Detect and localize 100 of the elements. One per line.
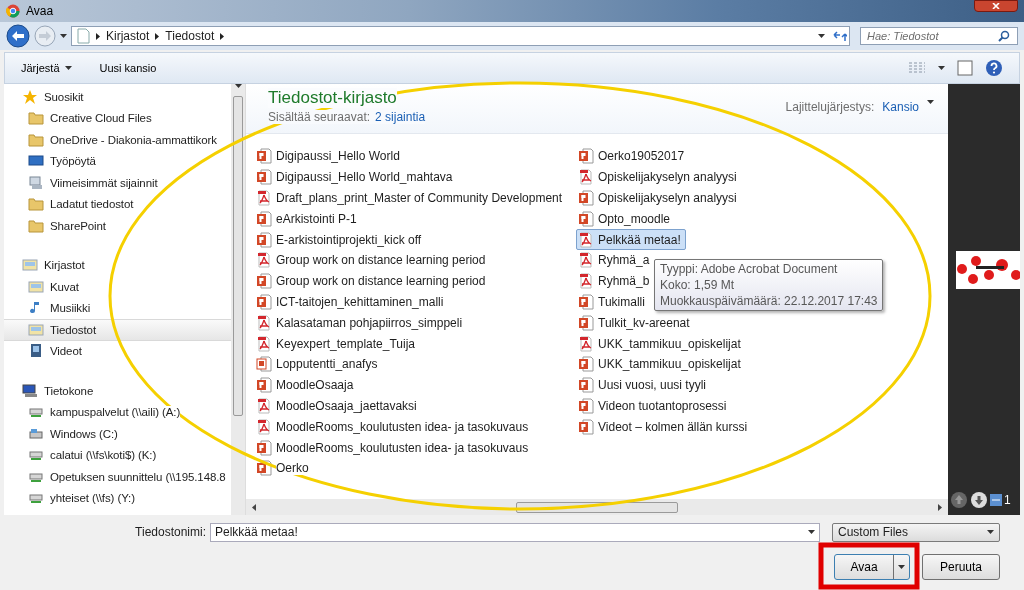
file-name: MoodleRooms_koulutusten idea- ja tasokuvaus [276,440,529,455]
file-item[interactable]: MoodleRooms_koulutusten idea- ja tasokuvaus [254,416,534,438]
file-item[interactable]: Keyexpert_template_Tuija [254,333,420,354]
back-button[interactable] [6,24,30,48]
close-button[interactable] [974,0,1018,12]
sidebar-item[interactable]: Kuvat [4,276,231,298]
file-item[interactable]: Digipaussi_Hello World [254,146,405,167]
breadcrumb[interactable]: Tiedostot [165,29,215,43]
sidebar-item[interactable]: Työpöytä [4,150,231,172]
folder-icon [28,217,44,234]
file-name: Draft_plans_print_Master of Community Development [276,191,563,205]
address-bar[interactable]: Kirjastot Tiedostot [71,26,850,46]
file-item[interactable]: Lopputentti_anafys [254,353,383,375]
file-item[interactable]: Digipaussi_Hello World_mahtava [254,166,458,188]
presentation-file-icon [256,273,272,290]
file-item[interactable]: eArkistointi P-1 [254,208,362,230]
item-label: Kuvat [50,280,79,293]
tooltip-line: Koko: 1,59 Mt [660,278,736,292]
sidebar-item[interactable]: OneDrive - Diakonia-ammattikork [4,129,231,151]
file-item[interactable]: Opiskelijakyselyn analyysi [576,166,742,188]
file-item[interactable]: Opto_moodle [576,208,676,230]
sidebar-item[interactable]: yhteiset (\\fs) (Y:) [4,487,231,509]
item-label: Tiedostot [50,323,96,336]
sidebar-group[interactable]: Suosikit [4,86,231,108]
presentation-file-icon [256,460,272,477]
sidebar-item[interactable]: Videot [4,340,231,362]
file-item[interactable]: Videon tuotantoprosessi [576,395,732,417]
sidebar-item[interactable]: Windows (C:) [4,423,231,445]
file-name: Videon tuotantoprosessi [598,398,727,413]
chevron-icon [220,32,225,40]
library-title: Tiedostot-kirjasto [268,88,397,108]
sidebar-item[interactable]: Musiikki [4,297,231,319]
file-item[interactable]: Pelkkää metaa! [576,229,686,250]
breadcrumb[interactable]: Kirjastot [106,29,150,43]
sidebar-item[interactable]: Ladatut tiedostot [4,193,231,215]
file-type-dropdown[interactable]: Custom Files [832,522,1000,542]
file-item[interactable]: Group work on distance learning period [254,270,491,292]
item-label: Creative Cloud Files [50,112,152,125]
pdf-file-icon [256,314,272,331]
caret-icon [987,530,994,534]
file-item[interactable]: Uusi vuosi, uusi tyyli [576,374,712,396]
file-item[interactable]: ICT-taitojen_kehittaminen_malli [254,291,449,313]
scrollbar[interactable] [231,84,245,515]
file-item[interactable]: MoodleOsaaja_jaettavaksi [254,395,422,417]
file-item[interactable]: Ryhmä_a [576,250,655,271]
presentation-file-icon [578,190,594,206]
sidebar-item[interactable]: Opetuksen suunnittelu (\\195.148.8 [4,466,231,488]
file-name: Uusi vuosi, uusi tyyli [598,378,707,393]
file-item[interactable]: Ryhmä_b [576,270,655,292]
refresh-icon[interactable] [833,30,847,42]
locations-link[interactable]: 2 sijaintia [375,110,426,124]
new-folder-button[interactable]: Uusi kansio [99,62,157,74]
item-label: Työpöytä [50,155,96,168]
file-name: UKK_tammikuu_opiskelijat [598,336,741,351]
item-label: Viimeisimmät sijainnit [50,176,158,189]
search-field[interactable]: Hae: Tiedostot [860,27,1018,45]
chevron-icon [155,32,160,40]
file-item[interactable]: Tukimalli [576,291,650,313]
open-button[interactable]: Avaa [834,554,910,580]
folder-icon [28,196,44,213]
file-item[interactable]: E-arkistointiprojekti_kick off [254,229,427,250]
file-item[interactable]: UKK_tammikuu_opiskelijat [576,353,746,375]
address-caret-icon [818,34,825,38]
file-item[interactable]: Tulkit_kv-areenat [576,312,695,334]
file-name: MoodleRooms_koulutusten idea- ja tasokuvaus [276,419,529,434]
sidebar-item[interactable]: Creative Cloud Files [4,107,231,129]
file-item[interactable]: Kalasataman pohjapiirros_simppeli [254,312,468,334]
file-item[interactable]: Videot – kolmen ällän kurssi [576,416,753,438]
film-icon [28,343,44,360]
filename-field[interactable]: Pelkkää metaa! [210,522,820,542]
group-label: Suosikit [44,90,84,103]
sort-label: Lajittelujärjestys: [785,100,875,116]
file-item[interactable]: UKK_tammikuu_opiskelijat [576,333,746,354]
file-item[interactable]: MoodleRooms_koulutusten idea- ja tasokuvaus [254,437,534,458]
sidebar-item[interactable]: SharePoint [4,215,231,237]
file-name: Digipaussi_Hello World [276,149,400,164]
sidebar-item[interactable]: kampuspalvelut (\\aili) (A:) [4,401,231,423]
item-label: yhteiset (\\fs) (Y:) [50,492,135,505]
cancel-button[interactable]: Peruuta [922,554,1000,580]
horizontal-scrollbar[interactable] [246,499,948,515]
file-item[interactable]: Group work on distance learning period [254,250,491,271]
file-item[interactable]: Oerko19052017 [576,146,690,167]
file-item[interactable]: Draft_plans_print_Master of Community Development [254,187,568,209]
sort-link[interactable]: Kansio [882,100,919,133]
file-item[interactable]: Opiskelijakyselyn analyysi [576,187,742,209]
history-caret-icon [60,34,67,38]
help-icon[interactable] [985,59,1003,77]
sidebar-item[interactable]: Tiedostot [4,319,231,341]
sidebar-item[interactable]: Viimeisimmät sijainnit [4,172,231,194]
file-item[interactable]: Oerko [254,457,314,479]
sidebar-item[interactable]: calatui (\\fs\koti$) (K:) [4,444,231,466]
chevron-icon [96,32,100,40]
file-name: eArkistointi P-1 [276,211,357,226]
file-name: Kalasataman pohjapiirros_simppeli [276,315,463,330]
sidebar-group[interactable]: Kirjastot [4,254,231,276]
file-item[interactable]: MoodleOsaaja [254,374,359,396]
presentation-file-icon [256,169,272,186]
organize-button[interactable]: Järjestä [21,62,72,74]
sidebar-group[interactable]: Tietokone [4,380,231,402]
pdf-file-icon [578,169,594,186]
